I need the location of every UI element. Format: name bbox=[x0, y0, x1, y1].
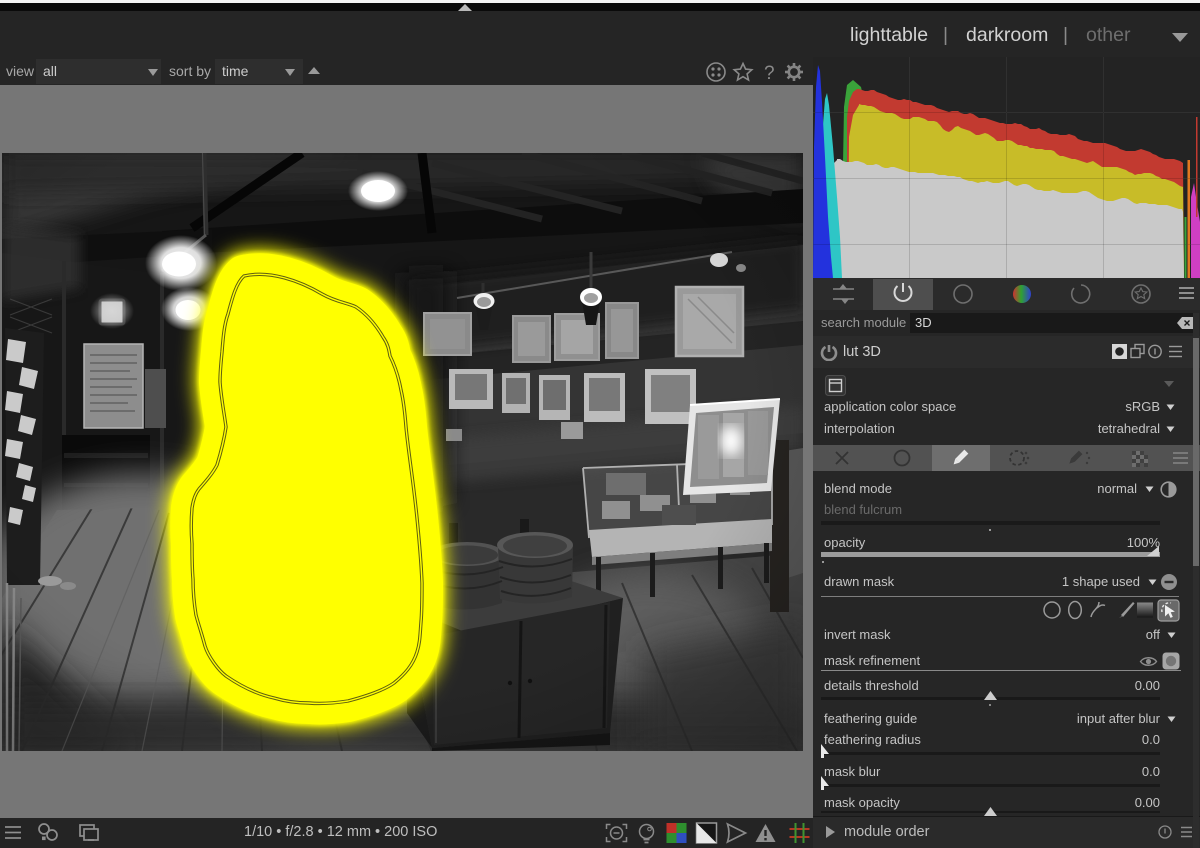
svg-text:?: ? bbox=[764, 63, 775, 84]
